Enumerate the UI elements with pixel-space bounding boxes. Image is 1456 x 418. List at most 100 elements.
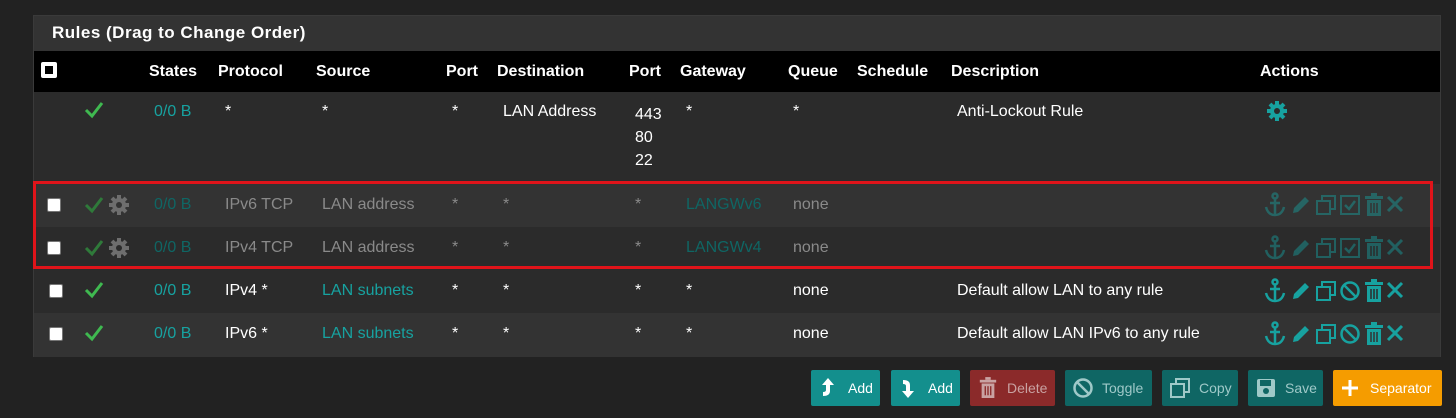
rule-destination: *: [503, 196, 510, 213]
ban-icon[interactable]: [1339, 280, 1361, 302]
select-all-checkbox[interactable]: [41, 62, 57, 78]
copy-icon[interactable]: [1315, 280, 1337, 302]
rule-dest-port-443: 443: [635, 106, 662, 123]
col-dest-port: Port: [629, 63, 661, 80]
row-select-checkbox[interactable]: [49, 284, 63, 298]
arrow-up-icon: [822, 378, 834, 396]
add-bottom-button[interactable]: Add: [891, 370, 960, 406]
table-row[interactable]: 0/0 B IPv4 * LAN subnets * * * * none De…: [34, 270, 1440, 313]
rule-states[interactable]: 0/0 B: [154, 323, 191, 345]
row-actions: [1264, 235, 1404, 261]
trash-icon: [979, 377, 997, 398]
rule-destination: *: [503, 282, 510, 299]
rule-dest-port: *: [635, 325, 642, 342]
save-button[interactable]: Save: [1248, 370, 1323, 406]
toggle-label: Toggle: [1102, 380, 1144, 396]
times-icon[interactable]: [1386, 324, 1404, 342]
check-icon[interactable]: [84, 239, 104, 257]
table-row[interactable]: 0/0 B * * * LAN Address 443 80 22 * * An…: [34, 92, 1440, 184]
rule-description: Anti-Lockout Rule: [957, 103, 1084, 120]
rule-queue: none: [793, 325, 829, 342]
ban-icon[interactable]: [1339, 323, 1361, 345]
rule-dest-port: *: [635, 196, 642, 213]
rule-source[interactable]: LAN subnets: [322, 323, 414, 345]
rule-port: *: [452, 103, 459, 120]
rule-gateway[interactable]: LANGWv4: [686, 237, 762, 259]
table-header: States Protocol Source Port Destination …: [34, 51, 1440, 92]
save-icon: [1257, 379, 1275, 397]
add-top-label: Add: [848, 380, 873, 396]
rule-states[interactable]: 0/0 B: [154, 194, 191, 216]
separator-label: Separator: [1370, 380, 1432, 396]
rule-dest-port: *: [635, 239, 642, 256]
rule-port: *: [452, 282, 459, 299]
copy-button[interactable]: Copy: [1162, 370, 1238, 406]
rule-protocol: *: [225, 103, 232, 120]
anchor-icon[interactable]: [1264, 192, 1286, 218]
row-actions: [1264, 321, 1404, 347]
pencil-icon[interactable]: [1290, 237, 1312, 259]
rule-gateway[interactable]: LANGWv6: [686, 194, 762, 216]
table-row[interactable]: 0/0 B IPv4 TCP LAN address * * * LANGWv4…: [34, 227, 1440, 270]
times-icon[interactable]: [1386, 195, 1404, 213]
separator-button[interactable]: Separator: [1333, 370, 1442, 406]
gear-icon[interactable]: [108, 194, 130, 216]
table-row[interactable]: 0/0 B IPv6 TCP LAN address * * * LANGWv6…: [34, 184, 1440, 227]
table-row[interactable]: 0/0 B IPv6 * LAN subnets * * * * none De…: [34, 313, 1440, 357]
pencil-icon[interactable]: [1290, 323, 1312, 345]
col-source: Source: [316, 63, 371, 80]
rule-destination: *: [503, 239, 510, 256]
rule-states[interactable]: 0/0 B: [154, 237, 191, 259]
add-bottom-label: Add: [928, 380, 953, 396]
trash-icon[interactable]: [1363, 322, 1385, 346]
rule-description: Default allow LAN to any rule: [957, 282, 1164, 299]
col-description: Description: [951, 63, 1040, 80]
pencil-icon[interactable]: [1290, 280, 1312, 302]
copy-icon[interactable]: [1315, 194, 1337, 216]
anchor-icon[interactable]: [1264, 235, 1286, 261]
rule-source: LAN address: [322, 196, 415, 213]
row-select-checkbox[interactable]: [47, 198, 61, 212]
gear-icon[interactable]: [108, 237, 130, 259]
rule-protocol: IPv4 *: [225, 282, 268, 299]
check-icon[interactable]: [84, 196, 104, 214]
rule-queue: none: [793, 196, 829, 213]
trash-icon[interactable]: [1363, 193, 1385, 217]
anchor-icon[interactable]: [1264, 278, 1286, 304]
rule-queue: none: [793, 282, 829, 299]
delete-button[interactable]: Delete: [970, 370, 1055, 406]
rule-protocol: IPv6 TCP: [225, 196, 294, 213]
rule-queue: *: [793, 103, 800, 120]
col-destination: Destination: [497, 63, 585, 80]
copy-label: Copy: [1199, 380, 1232, 396]
col-queue: Queue: [788, 63, 838, 80]
rule-protocol: IPv6 *: [225, 325, 268, 342]
rule-states[interactable]: 0/0 B: [154, 280, 191, 302]
ban-icon: [1073, 378, 1093, 398]
rule-protocol: IPv4 TCP: [225, 239, 294, 256]
rule-source[interactable]: LAN subnets: [322, 280, 414, 302]
pencil-icon[interactable]: [1290, 194, 1312, 216]
anchor-icon[interactable]: [1264, 321, 1286, 347]
copy-icon[interactable]: [1315, 237, 1337, 259]
row-select-checkbox[interactable]: [47, 241, 61, 255]
gear-icon[interactable]: [1266, 100, 1288, 122]
rule-states[interactable]: 0/0 B: [154, 101, 191, 123]
check-icon[interactable]: [84, 281, 104, 299]
trash-icon[interactable]: [1363, 236, 1385, 260]
checkbox-icon[interactable]: [1339, 194, 1361, 216]
row-select-checkbox[interactable]: [49, 327, 63, 341]
rule-dest-port-80: 80: [635, 129, 653, 146]
rule-gateway: *: [686, 103, 693, 120]
checkbox-icon[interactable]: [1339, 237, 1361, 259]
toggle-button[interactable]: Toggle: [1065, 370, 1152, 406]
times-icon[interactable]: [1386, 238, 1404, 256]
trash-icon[interactable]: [1363, 279, 1385, 303]
rule-gateway: *: [686, 282, 693, 299]
rules-panel: Rules (Drag to Change Order) States Prot…: [33, 15, 1441, 357]
add-top-button[interactable]: Add: [811, 370, 880, 406]
copy-icon[interactable]: [1315, 323, 1337, 345]
check-icon[interactable]: [84, 324, 104, 342]
row-actions: [1264, 278, 1404, 304]
times-icon[interactable]: [1386, 281, 1404, 299]
